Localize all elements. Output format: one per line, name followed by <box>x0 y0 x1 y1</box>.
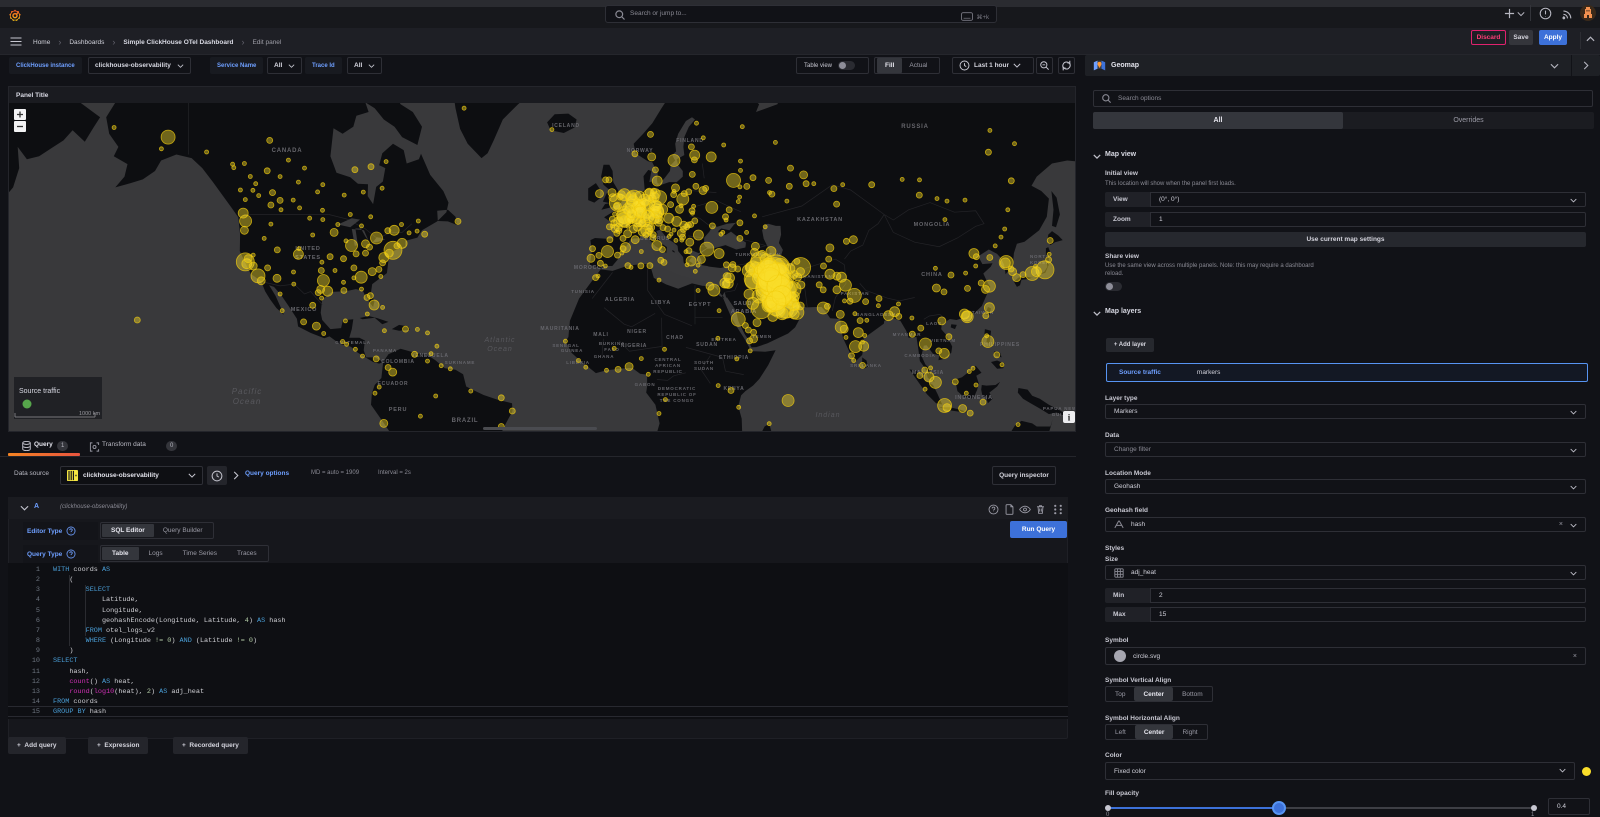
svg-text:PANAMA: PANAMA <box>373 348 397 353</box>
svg-text:Indian: Indian <box>815 412 840 419</box>
svg-text:ECUADOR: ECUADOR <box>378 381 409 387</box>
svg-text:CENTRAL: CENTRAL <box>654 357 681 362</box>
svg-text:ALGERIA: ALGERIA <box>605 297 635 303</box>
svg-text:SUDAN: SUDAN <box>696 342 718 348</box>
svg-text:Source traffic: Source traffic <box>19 388 61 395</box>
svg-text:MONGOLIA: MONGOLIA <box>914 222 951 228</box>
svg-text:MALI: MALI <box>593 332 608 338</box>
svg-text:RUSSIA: RUSSIA <box>901 124 928 130</box>
svg-text:Ocean: Ocean <box>487 346 513 353</box>
svg-text:NIGERIA: NIGERIA <box>621 343 647 349</box>
svg-text:INDONESIA: INDONESIA <box>955 395 993 401</box>
svg-text:CHAD: CHAD <box>666 335 684 341</box>
svg-text:SRI LANKA: SRI LANKA <box>850 363 882 368</box>
svg-text:VIETNAM: VIETNAM <box>930 338 956 343</box>
svg-text:Atlantic: Atlantic <box>484 337 516 344</box>
svg-text:CAMBODIA: CAMBODIA <box>904 353 935 358</box>
svg-text:GHANA: GHANA <box>594 354 615 359</box>
svg-text:NORWAY: NORWAY <box>627 148 654 154</box>
svg-text:REPUBLIC: REPUBLIC <box>653 369 682 374</box>
svg-text:GABON: GABON <box>635 382 656 387</box>
svg-text:MYANMAR: MYANMAR <box>893 332 922 337</box>
svg-text:ERITREA: ERITREA <box>711 337 736 342</box>
svg-text:Pacific: Pacific <box>232 387 263 396</box>
svg-text:EGYPT: EGYPT <box>689 302 712 308</box>
svg-text:FINLAND: FINLAND <box>676 138 704 144</box>
svg-text:BRAZIL: BRAZIL <box>452 418 479 424</box>
svg-text:TUNISIA: TUNISIA <box>571 289 595 294</box>
svg-text:REPUBLIC OF: REPUBLIC OF <box>657 392 696 397</box>
svg-text:DEMOCRATIC: DEMOCRATIC <box>658 386 696 391</box>
svg-text:SURINAME: SURINAME <box>445 360 475 365</box>
svg-text:ICELAND: ICELAND <box>552 123 580 129</box>
svg-text:COLOMBIA: COLOMBIA <box>381 359 415 365</box>
svg-text:PAPUA NEW: PAPUA NEW <box>1043 406 1075 411</box>
svg-text:LIBYA: LIBYA <box>651 300 671 306</box>
svg-text:SOUTH: SOUTH <box>694 360 714 365</box>
svg-text:AFRICAN: AFRICAN <box>655 363 681 368</box>
svg-text:Ocean: Ocean <box>233 397 262 406</box>
svg-text:NIGER: NIGER <box>627 329 647 335</box>
svg-text:KAZAKHSTAN: KAZAKHSTAN <box>797 217 843 223</box>
svg-text:1000 km: 1000 km <box>79 411 101 417</box>
svg-text:CANADA: CANADA <box>272 148 303 154</box>
svg-text:GUINEA: GUINEA <box>561 348 583 353</box>
svg-text:CHINA: CHINA <box>921 272 942 278</box>
svg-text:SUDAN: SUDAN <box>694 366 714 371</box>
svg-text:PERU: PERU <box>389 407 407 413</box>
svg-text:ETHIOPIA: ETHIOPIA <box>719 355 749 361</box>
svg-text:MAURITANIA: MAURITANIA <box>540 326 579 332</box>
